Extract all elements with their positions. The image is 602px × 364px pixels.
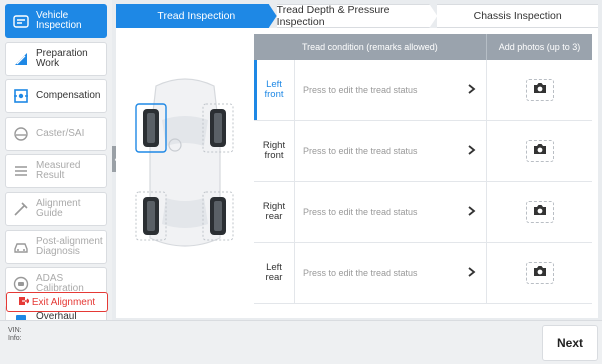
- camera-icon: [533, 203, 547, 221]
- edit-tread-status-button[interactable]: Press to edit the tread status: [294, 121, 486, 181]
- sidebar-item-label: Measured Result: [36, 160, 81, 182]
- table-header: Tread condition (remarks allowed) Add ph…: [254, 34, 592, 60]
- vehicle-info: VIN: Info:: [8, 327, 22, 343]
- compensation-icon: [11, 86, 31, 106]
- sidebar-item-vehicle-inspection[interactable]: Vehicle Inspection: [5, 4, 107, 38]
- vin-label: VIN:: [8, 327, 22, 334]
- camera-icon: [533, 264, 547, 282]
- sidebar-item-measured-result[interactable]: Measured Result: [5, 154, 107, 189]
- sidebar-item-post-alignment-diagnosis[interactable]: Post-alignment Diagnosis: [5, 229, 107, 264]
- wheel-position-label: Right rear: [262, 201, 286, 222]
- edit-tread-status-text: Press to edit the tread status: [303, 146, 418, 156]
- camera-icon: [533, 142, 547, 160]
- tab-tread-depth-pressure[interactable]: Tread Depth & Pressure Inspection: [276, 4, 438, 28]
- sidebar-item-preparation-work[interactable]: Preparation Work: [5, 41, 107, 76]
- chevron-right-icon: [468, 84, 476, 96]
- edit-tread-status-text: Press to edit the tread status: [303, 268, 418, 278]
- chevron-right-icon: [468, 206, 476, 218]
- sidebar-item-label: Post-alignment Diagnosis: [36, 235, 103, 257]
- info-label: Info:: [8, 335, 22, 342]
- add-photo-button[interactable]: [525, 262, 554, 284]
- sidebar-item-compensation[interactable]: Compensation: [5, 79, 107, 114]
- chevron-right-icon: [468, 145, 476, 157]
- tread-table: Tread condition (remarks allowed) Add ph…: [254, 34, 592, 304]
- wheel-position-label: Left front: [264, 79, 284, 100]
- wheel-position-label: Left rear: [265, 262, 283, 283]
- exit-icon: [18, 296, 30, 309]
- add-photo-button[interactable]: [525, 140, 554, 162]
- edit-tread-status-text: Press to edit the tread status: [303, 207, 418, 217]
- alignment-guide-icon: [11, 199, 31, 219]
- exit-alignment-button[interactable]: Exit Alignment: [6, 292, 108, 312]
- measured-result-icon: [11, 161, 31, 181]
- sidebar-item-alignment-guide[interactable]: Alignment Guide: [5, 191, 107, 226]
- bottom-bar: VIN: Info: Next: [0, 320, 602, 364]
- next-button[interactable]: Next: [542, 325, 598, 361]
- sidebar-item-label: Caster/SAI: [36, 127, 85, 139]
- sidebar-item-label: Alignment Guide: [36, 197, 81, 219]
- sidebar: Vehicle Inspection Preparation Work Comp…: [0, 0, 112, 339]
- main-panel: Tread condition (remarks allowed) Add ph…: [116, 28, 598, 318]
- add-photo-button[interactable]: [525, 201, 554, 223]
- table-row: Right front Press to edit the tread stat…: [254, 121, 592, 182]
- sidebar-item-caster-sai[interactable]: Caster/SAI: [5, 116, 107, 151]
- edit-tread-status-button[interactable]: Press to edit the tread status: [294, 182, 486, 242]
- table-row: Left front Press to edit the tread statu…: [254, 60, 592, 121]
- wheel-position-label: Right front: [262, 140, 286, 161]
- car-diagram: [116, 28, 254, 318]
- inspection-tabs: Tread Inspection Tread Depth & Pressure …: [116, 4, 599, 28]
- col-add-photos: Add photos (up to 3): [486, 34, 592, 60]
- table-row: Right rear Press to edit the tread statu…: [254, 182, 592, 243]
- camera-icon: [533, 81, 547, 99]
- post-alignment-icon: [11, 237, 31, 257]
- sidebar-item-label: Compensation: [36, 90, 101, 102]
- caster-icon: [11, 124, 31, 144]
- add-photo-button[interactable]: [525, 79, 554, 101]
- chevron-right-icon: [468, 267, 476, 279]
- sidebar-item-label: Vehicle Inspection: [36, 10, 82, 31]
- preparation-icon: [11, 49, 31, 69]
- sidebar-item-label: Preparation Work: [36, 47, 88, 69]
- tab-tread-inspection[interactable]: Tread Inspection: [116, 4, 277, 28]
- table-row: Left rear Press to edit the tread status: [254, 243, 592, 304]
- edit-tread-status-text: Press to edit the tread status: [303, 85, 418, 95]
- edit-tread-status-button[interactable]: Press to edit the tread status: [294, 243, 486, 303]
- edit-tread-status-button[interactable]: Press to edit the tread status: [294, 60, 486, 120]
- col-tread-condition: Tread condition (remarks allowed): [302, 42, 438, 52]
- exit-label: Exit Alignment: [31, 296, 96, 308]
- vehicle-inspection-icon: [11, 11, 31, 31]
- tab-chassis-inspection[interactable]: Chassis Inspection: [437, 4, 599, 28]
